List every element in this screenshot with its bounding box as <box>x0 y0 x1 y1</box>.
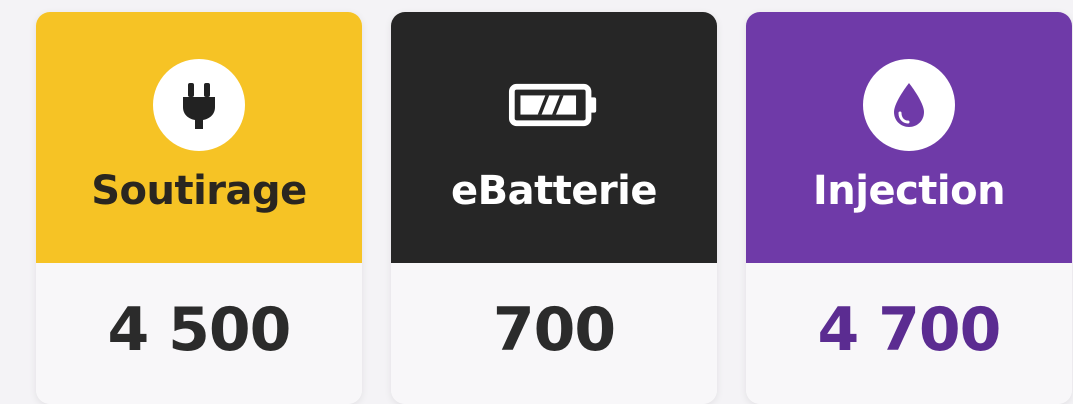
energy-cards: Soutirage 4 500 eBatterie 700 Injection … <box>0 0 1073 404</box>
card-value: 4 500 <box>107 295 292 365</box>
battery-icon <box>508 59 600 151</box>
card-label: eBatterie <box>450 168 658 214</box>
droplet-icon <box>863 59 955 151</box>
plug-icon <box>153 59 245 151</box>
card-label: Soutirage <box>91 168 307 214</box>
card-label: Injection <box>812 168 1006 214</box>
card-ebatterie-header: eBatterie <box>391 12 717 263</box>
card-value: 4 700 <box>817 295 1002 365</box>
card-soutirage-header: Soutirage <box>36 12 362 263</box>
card-injection: Injection 4 700 <box>746 12 1072 404</box>
card-injection-header: Injection <box>746 12 1072 263</box>
card-value: 700 <box>492 295 616 365</box>
card-ebatterie: eBatterie 700 <box>391 12 717 404</box>
card-soutirage: Soutirage 4 500 <box>36 12 362 404</box>
